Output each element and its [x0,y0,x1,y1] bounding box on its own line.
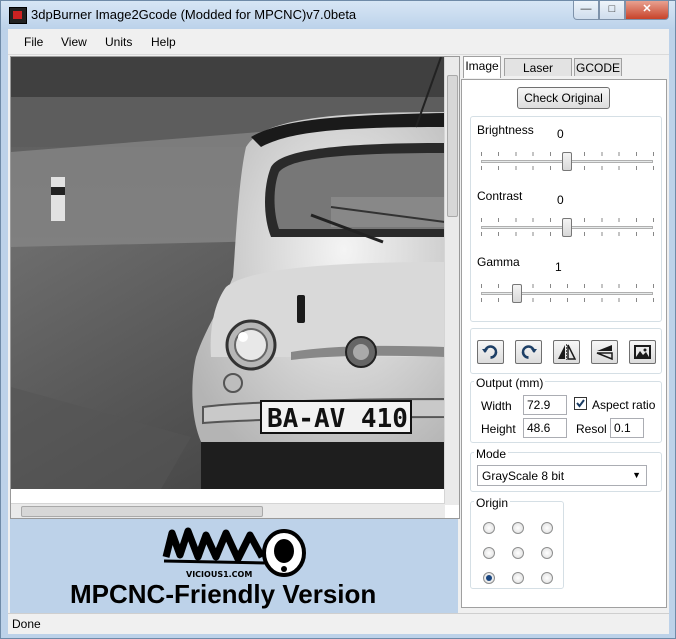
mode-title: Mode [474,447,509,461]
origin-radio-middle-right[interactable] [541,547,553,559]
vertical-scroll-thumb[interactable] [447,75,458,217]
brightness-slider-thumb[interactable] [562,152,572,171]
origin-radio-top-left[interactable] [483,522,495,534]
gamma-track[interactable] [481,292,653,295]
origin-radio-bottom-right[interactable] [541,572,553,584]
horizontal-scrollbar[interactable] [11,503,445,518]
adjustments-group: Brightness 0 Contrast 0 Gamma 1 [470,116,662,322]
height-label: Height [481,422,516,436]
tab-image[interactable]: Image [463,56,501,78]
image-preview-pane[interactable]: BA-AV 410 [10,56,460,519]
width-input[interactable]: 72.9 [523,395,567,415]
origin-group: Origin [470,496,564,589]
flip-vertical-icon [596,345,613,361]
contrast-label: Contrast [477,189,523,203]
logo-caption: VICIOUS1.COM [186,570,252,579]
resolution-input[interactable]: 0.1 [610,418,644,438]
check-original-button[interactable]: Check Original [517,87,610,109]
menu-help[interactable]: Help [151,35,176,49]
gamma-label: Gamma [477,255,520,269]
tab-laser-profile[interactable]: Laser profile [504,58,572,93]
invert-image-icon [634,345,651,359]
vertical-scrollbar[interactable] [444,57,459,505]
app-window: 3dpBurner Image2Gcode (Modded for MPCNC)… [0,0,676,639]
close-button[interactable]: ✕ [625,1,669,20]
contrast-slider-thumb[interactable] [562,218,572,237]
status-text: Done [12,617,41,631]
gamma-slider-thumb[interactable] [512,284,522,303]
minimize-button[interactable]: — [573,1,599,20]
app-icon[interactable] [9,7,27,24]
window-controls: — □ ✕ [573,1,669,21]
image-settings-panel: Check Original Brightness 0 Contrast 0 G… [461,79,667,608]
gamma-ticks [481,284,654,288]
preview-photo: BA-AV 410 [11,57,445,489]
origin-radio-bottom-center[interactable] [512,572,524,584]
origin-radio-middle-left[interactable] [483,547,495,559]
mode-group: Mode GrayScale 8 bit ▼ [470,447,662,492]
brightness-value: 0 [557,127,564,141]
client-area: File View Units Help BA-AV 410 VICIOUS1.… [8,29,669,634]
menu-bar: File View Units Help [8,29,669,55]
width-label: Width [481,399,512,413]
horizontal-scroll-thumb[interactable] [21,506,263,517]
aspect-ratio-label: Aspect ratio [592,398,656,412]
chevron-down-icon: ▼ [632,470,641,480]
rotate-right-icon [521,345,537,359]
menu-file[interactable]: File [24,35,43,49]
output-group: Output (mm) Width 72.9 Aspect ratio Heig… [470,376,662,443]
flip-horizontal-icon [558,344,576,360]
branding-area: VICIOUS1.COM MPCNC-Friendly Version [10,519,458,617]
gamma-ticks-bottom [481,298,654,302]
version-caption: MPCNC-Friendly Version [70,579,377,609]
resolution-label: Resol [576,422,607,436]
origin-radio-top-right[interactable] [541,522,553,534]
tab-gcode[interactable]: GCODE [574,58,622,76]
gamma-value: 1 [555,260,562,274]
window-title: 3dpBurner Image2Gcode (Modded for MPCNC)… [31,7,357,22]
menu-view[interactable]: View [61,35,87,49]
invert-image-button[interactable] [629,340,656,364]
mode-dropdown-value: GrayScale 8 bit [482,469,565,483]
rotate-right-button[interactable] [515,340,542,364]
menu-units[interactable]: Units [105,35,132,49]
status-bar: Done [8,613,669,634]
output-title: Output (mm) [474,376,546,390]
maximize-button[interactable]: □ [599,1,625,20]
license-plate-text: BA-AV 410 [267,404,408,434]
origin-radio-top-center[interactable] [512,522,524,534]
brightness-label: Brightness [477,123,534,137]
flip-vertical-button[interactable] [591,340,618,364]
rotate-left-icon [482,345,498,359]
origin-title: Origin [474,496,511,510]
origin-radio-bottom-left[interactable] [483,572,495,584]
height-input[interactable]: 48.6 [523,418,567,438]
mode-dropdown[interactable]: GrayScale 8 bit ▼ [477,465,647,486]
aspect-ratio-checkbox[interactable] [574,397,587,410]
contrast-value: 0 [557,193,564,207]
transform-tools-group [470,328,662,374]
vicious1-logo: VICIOUS1.COM [162,527,306,579]
flip-horizontal-button[interactable] [553,340,580,364]
title-bar[interactable]: 3dpBurner Image2Gcode (Modded for MPCNC)… [1,1,675,29]
rotate-left-button[interactable] [477,340,504,364]
checkmark-icon [576,399,585,408]
origin-radio-center[interactable] [512,547,524,559]
